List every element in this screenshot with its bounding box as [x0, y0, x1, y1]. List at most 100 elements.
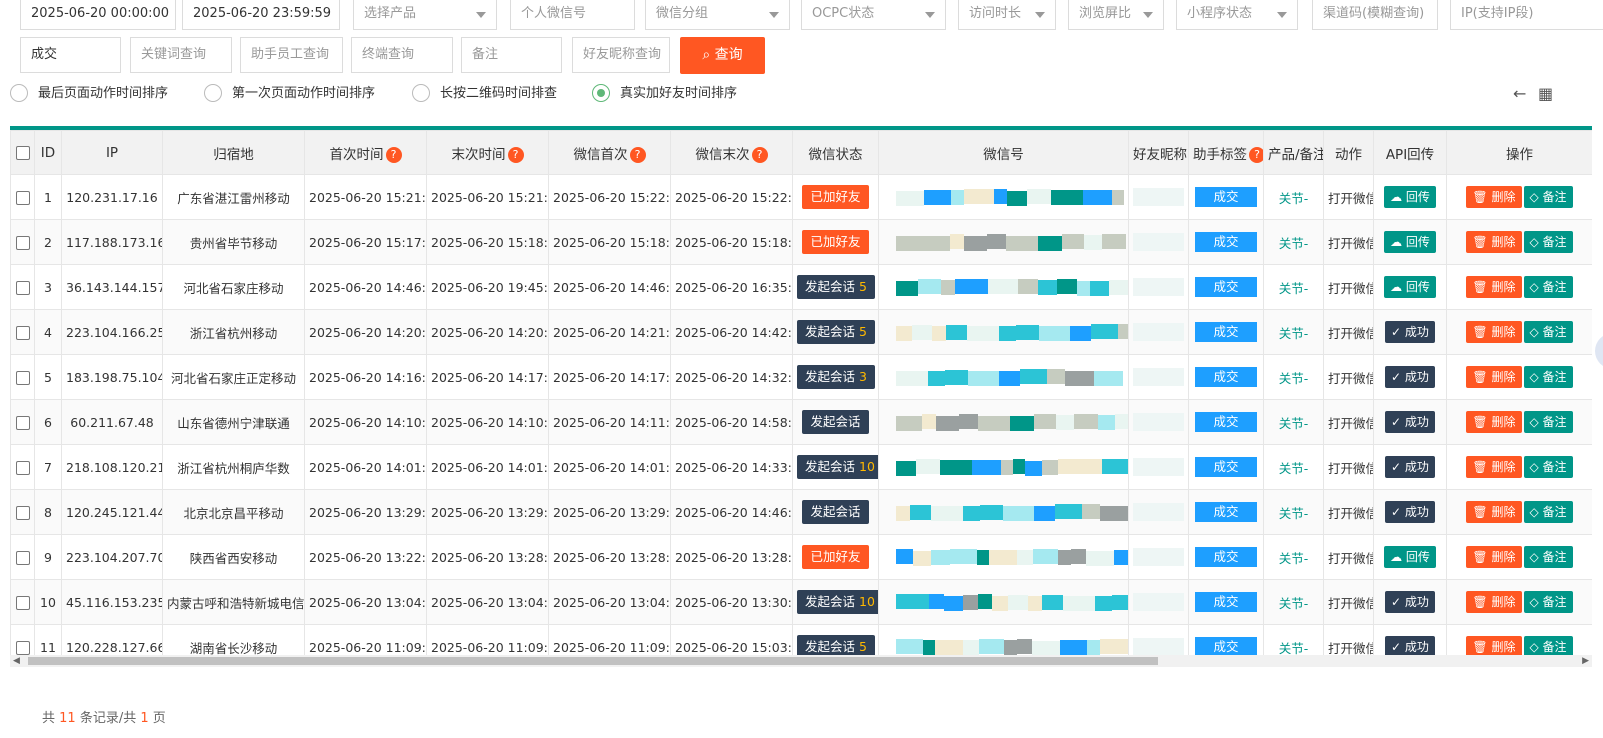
- success-button[interactable]: ✓ 成功: [1385, 591, 1435, 613]
- query-button[interactable]: ⌕ 查询: [680, 37, 765, 74]
- row-checkbox[interactable]: [15, 550, 30, 565]
- product-link[interactable]: 关节-: [1279, 641, 1309, 656]
- scrollbar-thumb[interactable]: [28, 657, 1158, 665]
- success-button[interactable]: ✓ 成功: [1385, 456, 1435, 478]
- ocpc-status-select[interactable]: OCPC状态: [801, 0, 946, 30]
- success-button[interactable]: ✓ 成功: [1385, 411, 1435, 433]
- row-checkbox[interactable]: [15, 595, 30, 610]
- product-select[interactable]: 选择产品: [353, 0, 497, 30]
- remark-button[interactable]: ◇ 备注: [1523, 501, 1573, 523]
- delete-button[interactable]: 🗑 删除: [1466, 456, 1522, 478]
- cell-ip-text: 223.104.166.253: [66, 324, 162, 340]
- delete-button[interactable]: 🗑 删除: [1466, 546, 1522, 568]
- product-link[interactable]: 关节-: [1279, 191, 1309, 206]
- start-time-field[interactable]: 2025-06-20 00:00:00: [20, 0, 176, 30]
- product-link[interactable]: 关节-: [1279, 281, 1309, 296]
- help-icon[interactable]: ?: [385, 146, 402, 163]
- delete-button[interactable]: 🗑 删除: [1466, 591, 1522, 613]
- remark-button[interactable]: ◇ 备注: [1523, 231, 1573, 253]
- cell-wx_last-text: 2025-06-20 13:28:39: [675, 549, 792, 565]
- cell-friend-nickname: [1128, 444, 1189, 490]
- side-float-handle[interactable]: [1595, 333, 1603, 369]
- delete-button[interactable]: 🗑 删除: [1466, 276, 1522, 298]
- remark-button[interactable]: ◇ 备注: [1523, 456, 1573, 478]
- remark-button[interactable]: ◇ 备注: [1523, 591, 1573, 613]
- wechat-id-blurred: [886, 277, 1128, 297]
- row-checkbox[interactable]: [15, 190, 30, 205]
- delete-button[interactable]: 🗑 删除: [1466, 411, 1522, 433]
- remark-button[interactable]: ◇ 备注: [1523, 546, 1573, 568]
- export-icon[interactable]: ▦: [1538, 84, 1553, 103]
- product-link[interactable]: 关节-: [1279, 371, 1309, 386]
- row-checkbox[interactable]: [15, 370, 30, 385]
- delete-button[interactable]: 🗑 删除: [1466, 321, 1522, 343]
- row-checkbox[interactable]: [15, 640, 30, 655]
- browse-ratio-select[interactable]: 浏览屏比: [1068, 0, 1164, 30]
- row-checkbox[interactable]: [15, 460, 30, 475]
- personal-wechat-input[interactable]: 个人微信号: [510, 0, 635, 30]
- radio-button[interactable]: [204, 83, 222, 102]
- success-button[interactable]: ✓ 成功: [1385, 366, 1435, 388]
- scroll-left-icon[interactable]: ◀: [13, 656, 20, 666]
- product-link[interactable]: 关节-: [1279, 461, 1309, 476]
- product-link[interactable]: 关节-: [1279, 596, 1309, 611]
- column-header: 归宿地: [162, 130, 305, 175]
- callback-button[interactable]: ☁ 回传: [1384, 186, 1436, 208]
- remark-button[interactable]: ◇ 备注: [1523, 321, 1573, 343]
- callback-button[interactable]: ☁ 回传: [1384, 231, 1436, 253]
- product-link[interactable]: 关节-: [1279, 551, 1309, 566]
- visit-duration-select[interactable]: 访问时长: [958, 0, 1056, 30]
- row-checkbox[interactable]: [15, 280, 30, 295]
- remark-button[interactable]: ◇ 备注: [1523, 366, 1573, 388]
- status-field[interactable]: 成交: [20, 37, 121, 73]
- ip-input[interactable]: IP(支持IP段): [1450, 0, 1603, 30]
- remark-input[interactable]: 备注: [461, 37, 562, 73]
- row-checkbox[interactable]: [15, 415, 30, 430]
- end-time-field[interactable]: 2025-06-20 23:59:59: [182, 0, 340, 30]
- row-checkbox[interactable]: [15, 505, 30, 520]
- scroll-right-icon[interactable]: ▶: [1582, 656, 1589, 666]
- help-icon[interactable]: ?: [751, 146, 768, 163]
- delete-button[interactable]: 🗑 删除: [1466, 501, 1522, 523]
- delete-button[interactable]: 🗑 删除: [1466, 186, 1522, 208]
- radio-button[interactable]: [412, 83, 430, 102]
- wechat-group-select[interactable]: 微信分组: [645, 0, 790, 30]
- sort-option[interactable]: 长按二维码时间排查: [412, 83, 557, 104]
- friend-nickname-input[interactable]: 好友昵称查询: [572, 37, 670, 73]
- success-button[interactable]: ✓ 成功: [1385, 321, 1435, 343]
- footer-prefix: 共: [42, 711, 56, 726]
- row-checkbox[interactable]: [15, 235, 30, 250]
- product-link[interactable]: 关节-: [1279, 506, 1309, 521]
- assistant-staff-input[interactable]: 助手员工查询: [240, 37, 343, 73]
- sort-option[interactable]: 真实加好友时间排序: [592, 83, 737, 104]
- wechat-id-blurred: [886, 232, 1126, 252]
- callback-button[interactable]: ☁ 回传: [1384, 276, 1436, 298]
- terminal-input[interactable]: 终端查询: [351, 37, 453, 73]
- help-icon[interactable]: ?: [629, 146, 646, 163]
- sort-option[interactable]: 最后页面动作时间排序: [10, 83, 168, 104]
- miniprogram-status-select[interactable]: 小程序状态: [1176, 0, 1298, 30]
- keyword-input[interactable]: 关键词查询: [130, 37, 232, 73]
- help-icon[interactable]: ?: [507, 146, 524, 163]
- product-link[interactable]: 关节-: [1279, 416, 1309, 431]
- product-link[interactable]: 关节-: [1279, 326, 1309, 341]
- help-icon[interactable]: ?: [1249, 146, 1263, 163]
- row-checkbox[interactable]: [15, 325, 30, 340]
- back-arrow-icon[interactable]: ←: [1513, 84, 1526, 103]
- success-button[interactable]: ✓ 成功: [1385, 501, 1435, 523]
- callback-button[interactable]: ☁ 回传: [1384, 546, 1436, 568]
- cell-action: 打开微信: [1323, 444, 1374, 490]
- radio-button[interactable]: [592, 83, 610, 102]
- product-link[interactable]: 关节-: [1279, 236, 1309, 251]
- horizontal-scrollbar[interactable]: ◀ ▶: [10, 655, 1592, 667]
- remark-button[interactable]: ◇ 备注: [1523, 186, 1573, 208]
- delete-button[interactable]: 🗑 删除: [1466, 366, 1522, 388]
- channel-code-input[interactable]: 渠道码(模糊查询): [1312, 0, 1438, 30]
- cell-product: 关节-: [1263, 264, 1324, 310]
- select-all-checkbox[interactable]: [15, 145, 30, 160]
- radio-button[interactable]: [10, 83, 28, 102]
- remark-button[interactable]: ◇ 备注: [1523, 411, 1573, 433]
- delete-button[interactable]: 🗑 删除: [1466, 231, 1522, 253]
- sort-option[interactable]: 第一次页面动作时间排序: [204, 83, 375, 104]
- remark-button[interactable]: ◇ 备注: [1523, 276, 1573, 298]
